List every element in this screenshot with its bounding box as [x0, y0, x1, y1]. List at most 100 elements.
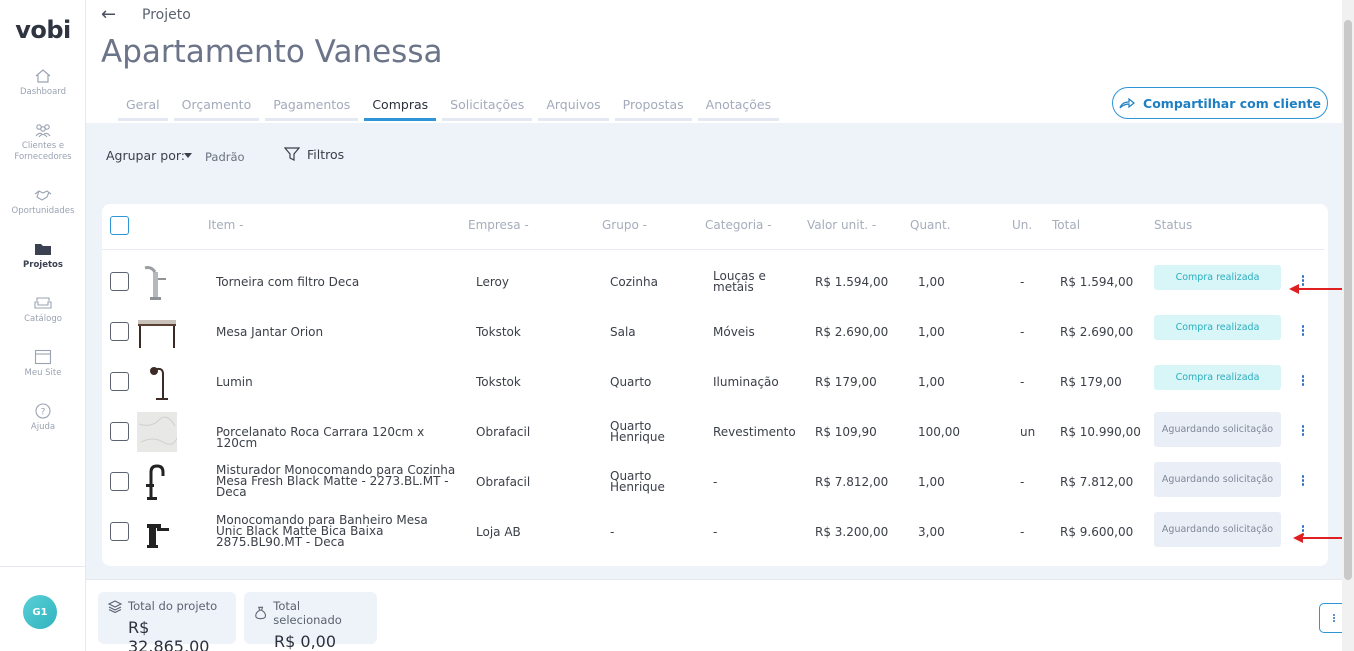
footer-divider [86, 579, 1342, 580]
group: - [610, 525, 615, 539]
category: Revestimento [713, 425, 796, 439]
unit: un [1020, 425, 1036, 439]
product-thumbnail-marble [137, 412, 177, 452]
item-name: Monocomando para Banheiro Mesa Unic Blac… [216, 513, 428, 549]
sidebar-item-ajuda[interactable]: ? Ajuda [0, 403, 86, 433]
column-header-grupo[interactable]: Grupo - [602, 218, 647, 232]
category: Móveis [713, 325, 755, 339]
tab-orcamento[interactable]: Orçamento [173, 97, 260, 121]
sidebar-item-dashboard[interactable]: Dashboard [0, 68, 86, 98]
product-thumbnail-lamp [150, 367, 168, 400]
select-all-checkbox[interactable] [110, 216, 129, 235]
annotation-arrow-icon [1289, 284, 1346, 294]
sidebar-item-projetos[interactable]: Projetos [0, 241, 86, 271]
unit-value: R$ 1.594,00 [815, 275, 889, 289]
column-header-item[interactable]: Item - [208, 218, 243, 232]
tab-pagamentos[interactable]: Pagamentos [265, 97, 359, 121]
column-header-empresa[interactable]: Empresa - [468, 218, 529, 232]
table-row[interactable]: Monocomando para Banheiro Mesa Unic Blac… [102, 507, 1324, 557]
item-name: Mesa Jantar Orion [216, 325, 324, 339]
status-badge: Compra realizada [1154, 365, 1281, 390]
row-checkbox[interactable] [110, 322, 129, 341]
vertical-scrollbar[interactable] [1342, 0, 1354, 651]
sidebar-item-catalogo[interactable]: Catálogo [0, 295, 86, 325]
tab-compras[interactable]: Compras [364, 97, 437, 121]
column-header-status: Status [1154, 218, 1193, 232]
quantity: 1,00 [918, 275, 945, 289]
table-header-divider [102, 249, 1324, 250]
avatar[interactable]: G1 [23, 595, 57, 629]
row-checkbox[interactable] [110, 372, 129, 391]
tab-arquivos[interactable]: Arquivos [538, 97, 609, 121]
item-name: Misturador Monocomando para Cozinha Mesa… [216, 463, 456, 499]
sidebar-item-label: Meu Site [24, 368, 62, 378]
quantity: 3,00 [918, 525, 945, 539]
total-value: R$ 9.600,00 [1060, 525, 1134, 539]
unit: - [1020, 525, 1025, 539]
quantity: 1,00 [918, 325, 945, 339]
tab-propostas[interactable]: Propostas [614, 97, 692, 121]
filters-button[interactable]: Filtros [284, 146, 344, 162]
category: - [713, 475, 718, 489]
share-icon [1119, 97, 1135, 109]
quantity: 1,00 [918, 475, 945, 489]
help-icon: ? [35, 403, 51, 419]
company: Loja AB [476, 525, 521, 539]
group: Quarto Henrique [610, 469, 665, 494]
status-badge: Aguardando solicitação [1154, 512, 1281, 547]
column-header-categoria[interactable]: Categoria - [705, 218, 772, 232]
scrollbar-thumb[interactable] [1344, 20, 1352, 580]
group: Cozinha [610, 275, 658, 289]
sidebar-item-clientes[interactable]: Clientes e Fornecedores [0, 122, 86, 163]
row-checkbox[interactable] [110, 472, 129, 491]
row-checkbox[interactable] [110, 272, 129, 291]
table-row[interactable]: Lumin Tokstok Quarto Iluminação R$ 179,0… [102, 357, 1324, 407]
row-checkbox[interactable] [110, 422, 129, 441]
table-row[interactable]: Mesa Jantar Orion Tokstok Sala Móveis R$… [102, 307, 1324, 357]
item-name: Lumin [216, 375, 253, 389]
back-arrow-icon[interactable]: ← [101, 4, 116, 25]
tab-anotacoes[interactable]: Anotações [697, 97, 780, 121]
total-selected-value: R$ 0,00 [274, 632, 337, 651]
total-project-label: Total do projeto [128, 599, 218, 613]
more-options-icon[interactable] [1300, 275, 1306, 289]
table-row[interactable]: Torneira com filtro Deca Leroy Cozinha L… [102, 257, 1324, 307]
table-row[interactable]: Misturador Monocomando para Cozinha Mesa… [102, 457, 1324, 507]
unit-value: R$ 3.200,00 [815, 525, 889, 539]
more-options-icon[interactable] [1300, 325, 1306, 339]
row-checkbox[interactable] [110, 522, 129, 541]
more-options-icon[interactable] [1300, 475, 1306, 489]
column-header-total: Total [1052, 218, 1081, 232]
browser-icon [34, 349, 52, 365]
unit: - [1020, 375, 1025, 389]
group-by-dropdown[interactable]: Agrupar por: [106, 148, 185, 163]
money-bag-icon [255, 606, 267, 620]
sidebar-item-meu-site[interactable]: Meu Site [0, 349, 86, 379]
column-header-valor-unit[interactable]: Valor unit. - [807, 218, 876, 232]
status-badge: Aguardando solicitação [1154, 462, 1281, 497]
caret-down-icon[interactable] [184, 153, 192, 158]
share-with-client-button[interactable]: Compartilhar com cliente [1112, 87, 1328, 119]
more-options-icon[interactable] [1300, 425, 1306, 439]
company: Obrafacil [476, 425, 531, 439]
tab-solicitacoes[interactable]: Solicitações [442, 97, 533, 121]
product-thumbnail-faucet [144, 266, 166, 300]
total-project-card: Total do projeto R$ 32.865,00 [98, 592, 236, 651]
tab-geral[interactable]: Geral [118, 97, 168, 121]
total-value: R$ 7.812,00 [1060, 475, 1134, 489]
share-button-label: Compartilhar com cliente [1143, 95, 1321, 111]
more-options-icon[interactable] [1300, 375, 1306, 389]
sidebar-item-oportunidades[interactable]: Oportunidades [0, 187, 86, 217]
users-icon [35, 124, 51, 138]
table-row[interactable]: Porcelanato Roca Carrara 120cm x 120cm O… [102, 407, 1324, 457]
home-icon [35, 69, 51, 83]
column-header-un: Un. [1012, 218, 1033, 232]
company: Tokstok [476, 375, 521, 389]
sidebar: vobi Dashboard Clientes e Fornecedores O… [0, 0, 86, 651]
category: Louças e metais [713, 269, 766, 294]
more-options-icon [1333, 614, 1335, 622]
product-thumbnail-table [138, 320, 176, 348]
page-title: Apartamento Vanessa [101, 34, 443, 70]
category: - [713, 525, 718, 539]
group-by-value[interactable]: Padrão [205, 150, 245, 164]
